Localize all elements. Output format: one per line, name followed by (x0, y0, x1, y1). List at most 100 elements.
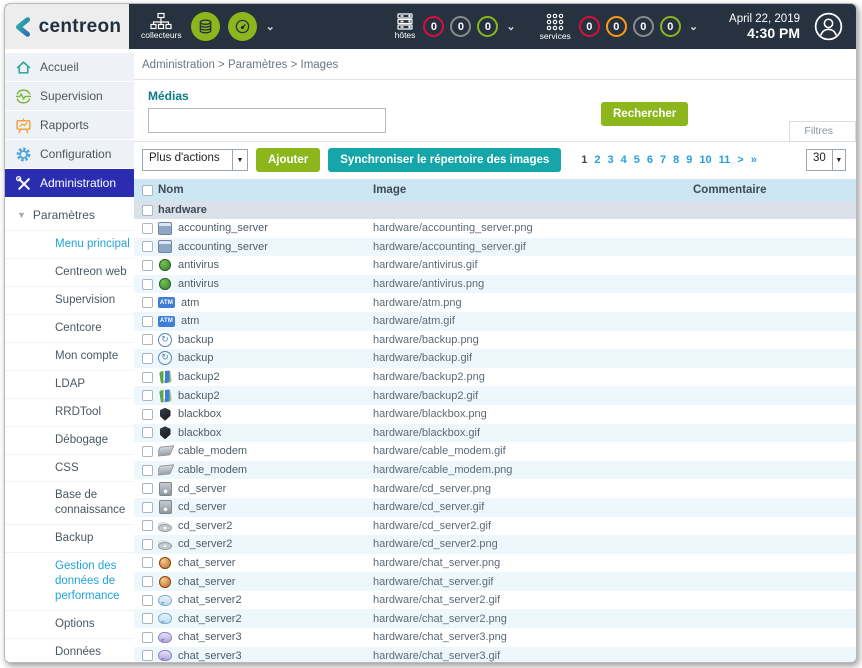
row-checkbox[interactable] (142, 483, 153, 494)
service-status-counter[interactable]: 0 (579, 16, 600, 37)
filters-tab[interactable]: Filtres (789, 121, 856, 142)
row-checkbox[interactable] (142, 632, 153, 643)
poller-latency-status[interactable] (228, 12, 257, 41)
host-status-counter[interactable]: 0 (450, 16, 471, 37)
sidebar-item-supervision[interactable]: Supervision (5, 82, 134, 110)
row-checkbox[interactable] (142, 223, 153, 234)
services-status-group: services 0000 ⌄ (535, 12, 703, 41)
row-checkbox[interactable] (142, 334, 153, 345)
pagination-page-3[interactable]: 3 (608, 154, 614, 166)
page-size-select[interactable]: 30 ▼ (806, 149, 846, 171)
pollers-menu[interactable]: collecteurs (141, 12, 182, 40)
select-all-checkbox[interactable] (142, 185, 153, 196)
search-button[interactable]: Rechercher (601, 102, 688, 126)
services-menu[interactable]: services (540, 12, 571, 41)
sidebar-subitem-mon-compte[interactable]: Mon compte (5, 342, 134, 370)
host-status-counter[interactable]: 0 (477, 16, 498, 37)
service-status-counter[interactable]: 0 (660, 16, 681, 37)
search-input[interactable] (148, 108, 386, 133)
table-row: chat_serverhardware/chat_server.gif (134, 572, 856, 591)
sidebar-subitem-ldap[interactable]: LDAP (5, 370, 134, 398)
poller-database-status[interactable] (191, 12, 220, 41)
table-row: cable_modemhardware/cable_modem.gif (134, 442, 856, 461)
pagination-page-5[interactable]: 5 (634, 154, 640, 166)
page-size-value: 30 (807, 150, 832, 170)
user-profile-button[interactable] (814, 12, 843, 41)
actions-select[interactable]: Plus d'actions ▼ (142, 149, 248, 171)
sync-images-button[interactable]: Synchroniser le répertoire des images (328, 148, 561, 172)
sidebar-subitem-gestion-des-donnees-de-performance[interactable]: Gestion des données de performance (5, 552, 134, 610)
sidebar-item-accueil[interactable]: Accueil (5, 53, 134, 81)
row-checkbox[interactable] (142, 576, 153, 587)
row-checkbox[interactable] (142, 650, 153, 661)
row-checkbox[interactable] (142, 353, 153, 364)
sidebar-subitem-debogage[interactable]: Débogage (5, 426, 134, 454)
row-checkbox[interactable] (142, 557, 153, 568)
service-status-counter[interactable]: 0 (606, 16, 627, 37)
sidebar-subitem-supervision[interactable]: Supervision (5, 286, 134, 314)
sidebar-subitem-options[interactable]: Options (5, 610, 134, 638)
row-checkbox[interactable] (142, 390, 153, 401)
pollers-chevron-down-icon[interactable]: ⌄ (266, 20, 275, 33)
pagination-page-11[interactable]: 11 (719, 154, 731, 166)
pagination-last[interactable]: » (751, 154, 757, 166)
pagination-page-9[interactable]: 9 (686, 154, 692, 166)
sidebar-item-label: Rapports (40, 118, 89, 132)
services-chevron-down-icon[interactable]: ⌄ (689, 20, 698, 33)
pagination-page-10[interactable]: 10 (699, 154, 711, 166)
row-checkbox[interactable] (142, 520, 153, 531)
pagination-page-8[interactable]: 8 (673, 154, 679, 166)
row-checkbox[interactable] (142, 427, 153, 438)
centreon-logo[interactable]: centreon (5, 4, 129, 49)
search-panel: Médias Rechercher Filtres (134, 80, 856, 142)
sidebar-subitem-base-de-connaissance[interactable]: Base de connaissance (5, 481, 134, 524)
group-checkbox[interactable] (142, 205, 153, 216)
sidebar-item-configuration[interactable]: Configuration (5, 140, 134, 168)
pagination-page-6[interactable]: 6 (647, 154, 653, 166)
row-checkbox[interactable] (142, 539, 153, 550)
pagination-next[interactable]: > (737, 154, 743, 166)
row-checkbox[interactable] (142, 595, 153, 606)
sidebar-subitem-rrdtool[interactable]: RRDTool (5, 398, 134, 426)
row-checkbox[interactable] (142, 465, 153, 476)
sidebar-subitem-backup[interactable]: Backup (5, 524, 134, 552)
bug-icon (158, 258, 172, 272)
sidebar-subitem-css[interactable]: CSS (5, 454, 134, 482)
row-checkbox[interactable] (142, 446, 153, 457)
pagination-page-7[interactable]: 7 (660, 154, 666, 166)
pagination-page-4[interactable]: 4 (621, 154, 627, 166)
image-name-cell: cd_server (158, 500, 373, 514)
row-checkbox[interactable] (142, 316, 153, 327)
image-path: hardware/cd_server.gif (373, 501, 693, 513)
row-checkbox[interactable] (142, 502, 153, 513)
pagination-page-2[interactable]: 2 (594, 154, 600, 166)
column-header-image: Image (373, 184, 693, 196)
sidebar-subitem-centreon-web[interactable]: Centreon web (5, 258, 134, 286)
image-path: hardware/backup.gif (373, 352, 693, 364)
sidebar-section-parametres[interactable]: ▼ Paramètres (5, 198, 134, 230)
hosts-chevron-down-icon[interactable]: ⌄ (506, 20, 515, 33)
sidebar-item-administration[interactable]: Administration (5, 169, 134, 197)
logo-text: centreon (39, 16, 122, 38)
row-checkbox[interactable] (142, 260, 153, 271)
table-row: accounting_serverhardware/accounting_ser… (134, 238, 856, 257)
row-checkbox[interactable] (142, 241, 153, 252)
row-checkbox[interactable] (142, 279, 153, 290)
sidebar-subitem-donnees[interactable]: Données (5, 638, 134, 663)
host-status-counter[interactable]: 0 (423, 16, 444, 37)
sidebar-item-rapports[interactable]: Rapports (5, 111, 134, 139)
gauge-icon (234, 18, 251, 35)
image-path: hardware/backup.png (373, 334, 693, 346)
sidebar-subitem-menu-principal[interactable]: Menu principal (5, 230, 134, 258)
table-body: accounting_serverhardware/accounting_ser… (134, 219, 856, 663)
row-checkbox[interactable] (142, 372, 153, 383)
row-checkbox[interactable] (142, 297, 153, 308)
service-status-counter[interactable]: 0 (633, 16, 654, 37)
sidebar-subitem-centcore[interactable]: Centcore (5, 314, 134, 342)
row-checkbox[interactable] (142, 613, 153, 624)
hosts-menu[interactable]: hôtes (395, 12, 416, 40)
add-button[interactable]: Ajouter (256, 148, 320, 172)
row-checkbox[interactable] (142, 409, 153, 420)
image-path: hardware/chat_server2.png (373, 613, 693, 625)
image-name-cell: cd_server (158, 482, 373, 496)
